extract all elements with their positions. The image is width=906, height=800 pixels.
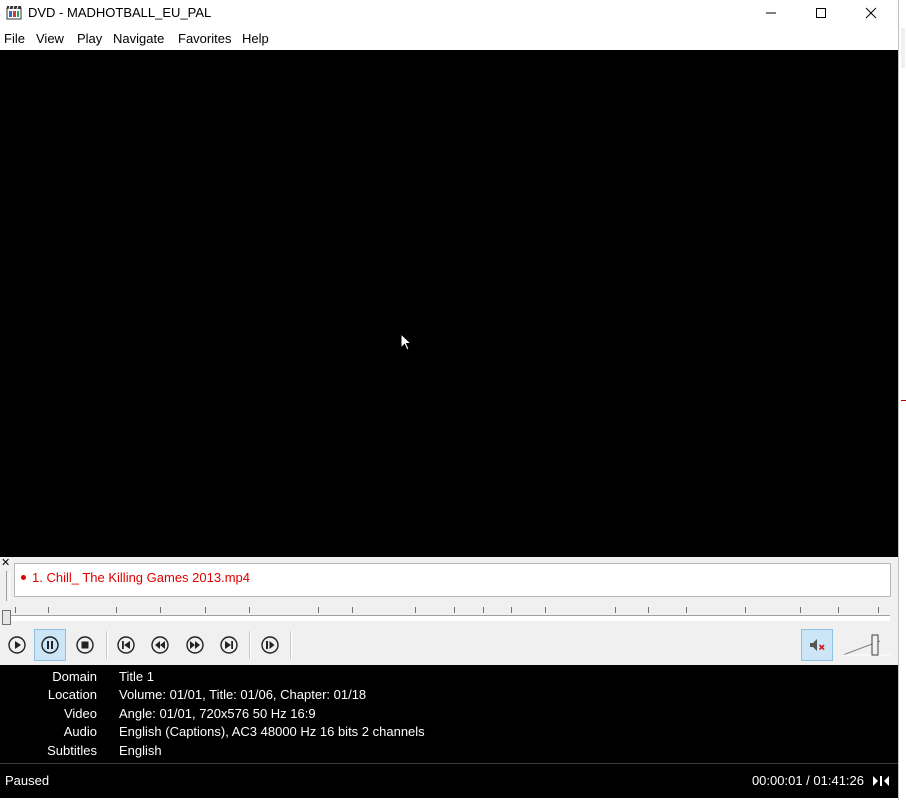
seek-bar[interactable] [0,607,898,627]
info-row-audio: Audio English (Captions), AC3 48000 Hz 1… [0,724,898,742]
chapter-tick [615,607,616,613]
minimize-button[interactable] [746,0,796,26]
rewind-button[interactable] [144,629,176,661]
info-panel: Domain Title 1 Location Volume: 01/01, T… [0,665,898,763]
playback-controls [0,627,898,665]
menu-favorites[interactable]: Favorites [178,31,231,46]
window-title: DVD - MADHOTBALL_EU_PAL [28,5,212,20]
menu-view[interactable]: View [36,31,64,46]
volume-thumb[interactable] [871,634,879,656]
chapter-tick [838,607,839,613]
chapter-tick [878,607,879,613]
video-display[interactable] [0,50,898,557]
previous-button[interactable] [110,629,142,661]
mouse-cursor-icon [400,333,412,351]
skip-back-icon [117,636,135,654]
info-label: Audio [63,724,97,739]
current-item-dot-icon [21,575,26,581]
chapter-tick [454,607,455,613]
time-display[interactable]: 00:00:01 / 01:41:26 [752,773,864,788]
playlist-item[interactable]: 1. Chill_ The Killing Games 2013.mp4 [21,570,250,585]
chapter-tick [160,607,161,613]
info-value: English (Captions), AC3 48000 Hz 16 bits… [119,724,425,739]
menu-help[interactable]: Help [242,31,269,46]
play-icon [8,636,26,654]
chapter-tick [800,607,801,613]
info-label: Video [63,706,97,721]
next-button[interactable] [213,629,245,661]
info-value: Angle: 01/01, 720x576 50 Hz 16:9 [119,706,316,721]
skip-forward-icon [220,636,238,654]
playlist-close-icon[interactable]: ✕ [1,558,10,569]
frame-step-icon [261,636,279,654]
chapter-tick [352,607,353,613]
menu-play[interactable]: Play [77,31,102,46]
chapter-tick [205,607,206,613]
stop-button[interactable] [69,629,101,661]
chapter-tick [483,607,484,613]
speaker-muted-icon [810,639,825,651]
info-row-subtitles: Subtitles English [0,743,898,761]
minimize-icon [766,12,776,14]
info-row-video: Video Angle: 01/01, 720x576 50 Hz 16:9 [0,706,898,724]
stop-icon [76,636,94,654]
chapter-tick [511,607,512,613]
separator [249,631,251,659]
separator [290,631,292,659]
seek-thumb[interactable] [2,610,12,625]
maximize-button[interactable] [796,0,846,26]
playlist-item-label: 1. Chill_ The Killing Games 2013.mp4 [32,570,250,585]
menu-bar: File View Play Navigate Favorites Help [0,28,898,50]
chapter-tick [249,607,250,613]
chapter-tick [745,607,746,613]
playlist[interactable]: 1. Chill_ The Killing Games 2013.mp4 [14,563,891,597]
chapter-tick [15,607,16,613]
playlist-panel: ✕ 1. Chill_ The Killing Games 2013.mp4 [0,557,898,607]
seek-track[interactable] [10,615,890,621]
chapter-tick [648,607,649,613]
fast-forward-icon [186,636,204,654]
volume-slider[interactable] [842,633,892,657]
play-button[interactable] [1,629,33,661]
menu-file[interactable]: File [4,31,25,46]
menu-navigate[interactable]: Navigate [113,31,164,46]
playback-status: Paused [5,773,50,788]
frame-step-button[interactable] [254,629,286,661]
status-bar: Paused 00:00:01 / 01:41:26 [0,763,898,798]
chapter-tick [415,607,416,613]
mute-button[interactable] [801,629,833,661]
chapter-tick [545,607,546,613]
chapter-tick [48,607,49,613]
chapter-tick [318,607,319,613]
close-icon [865,7,877,19]
pause-icon [41,636,59,654]
info-value: Volume: 01/01, Title: 01/06, Chapter: 01… [119,687,367,702]
player-window: DVD - MADHOTBALL_EU_PAL File View Play N… [0,0,898,800]
playlist-grip[interactable] [6,571,10,601]
chapter-tick [686,607,687,613]
info-row-location: Location Volume: 01/01, Title: 01/06, Ch… [0,687,898,705]
close-button[interactable] [846,0,896,26]
title-bar[interactable]: DVD - MADHOTBALL_EU_PAL [0,0,898,28]
pause-button[interactable] [34,629,66,661]
chapter-tick [116,607,117,613]
fast-forward-button[interactable] [179,629,211,661]
info-value: English [119,743,162,758]
info-label: Location [47,687,97,702]
separator [106,631,108,659]
info-label: Subtitles [47,743,97,758]
audio-status-icon[interactable] [872,774,890,788]
maximize-icon [816,8,826,18]
background-window-edge [898,0,906,800]
info-label: Domain [52,669,97,684]
info-row-domain: Domain Title 1 [0,669,898,687]
app-icon[interactable] [6,5,22,21]
info-value: Title 1 [119,669,154,684]
rewind-icon [151,636,169,654]
